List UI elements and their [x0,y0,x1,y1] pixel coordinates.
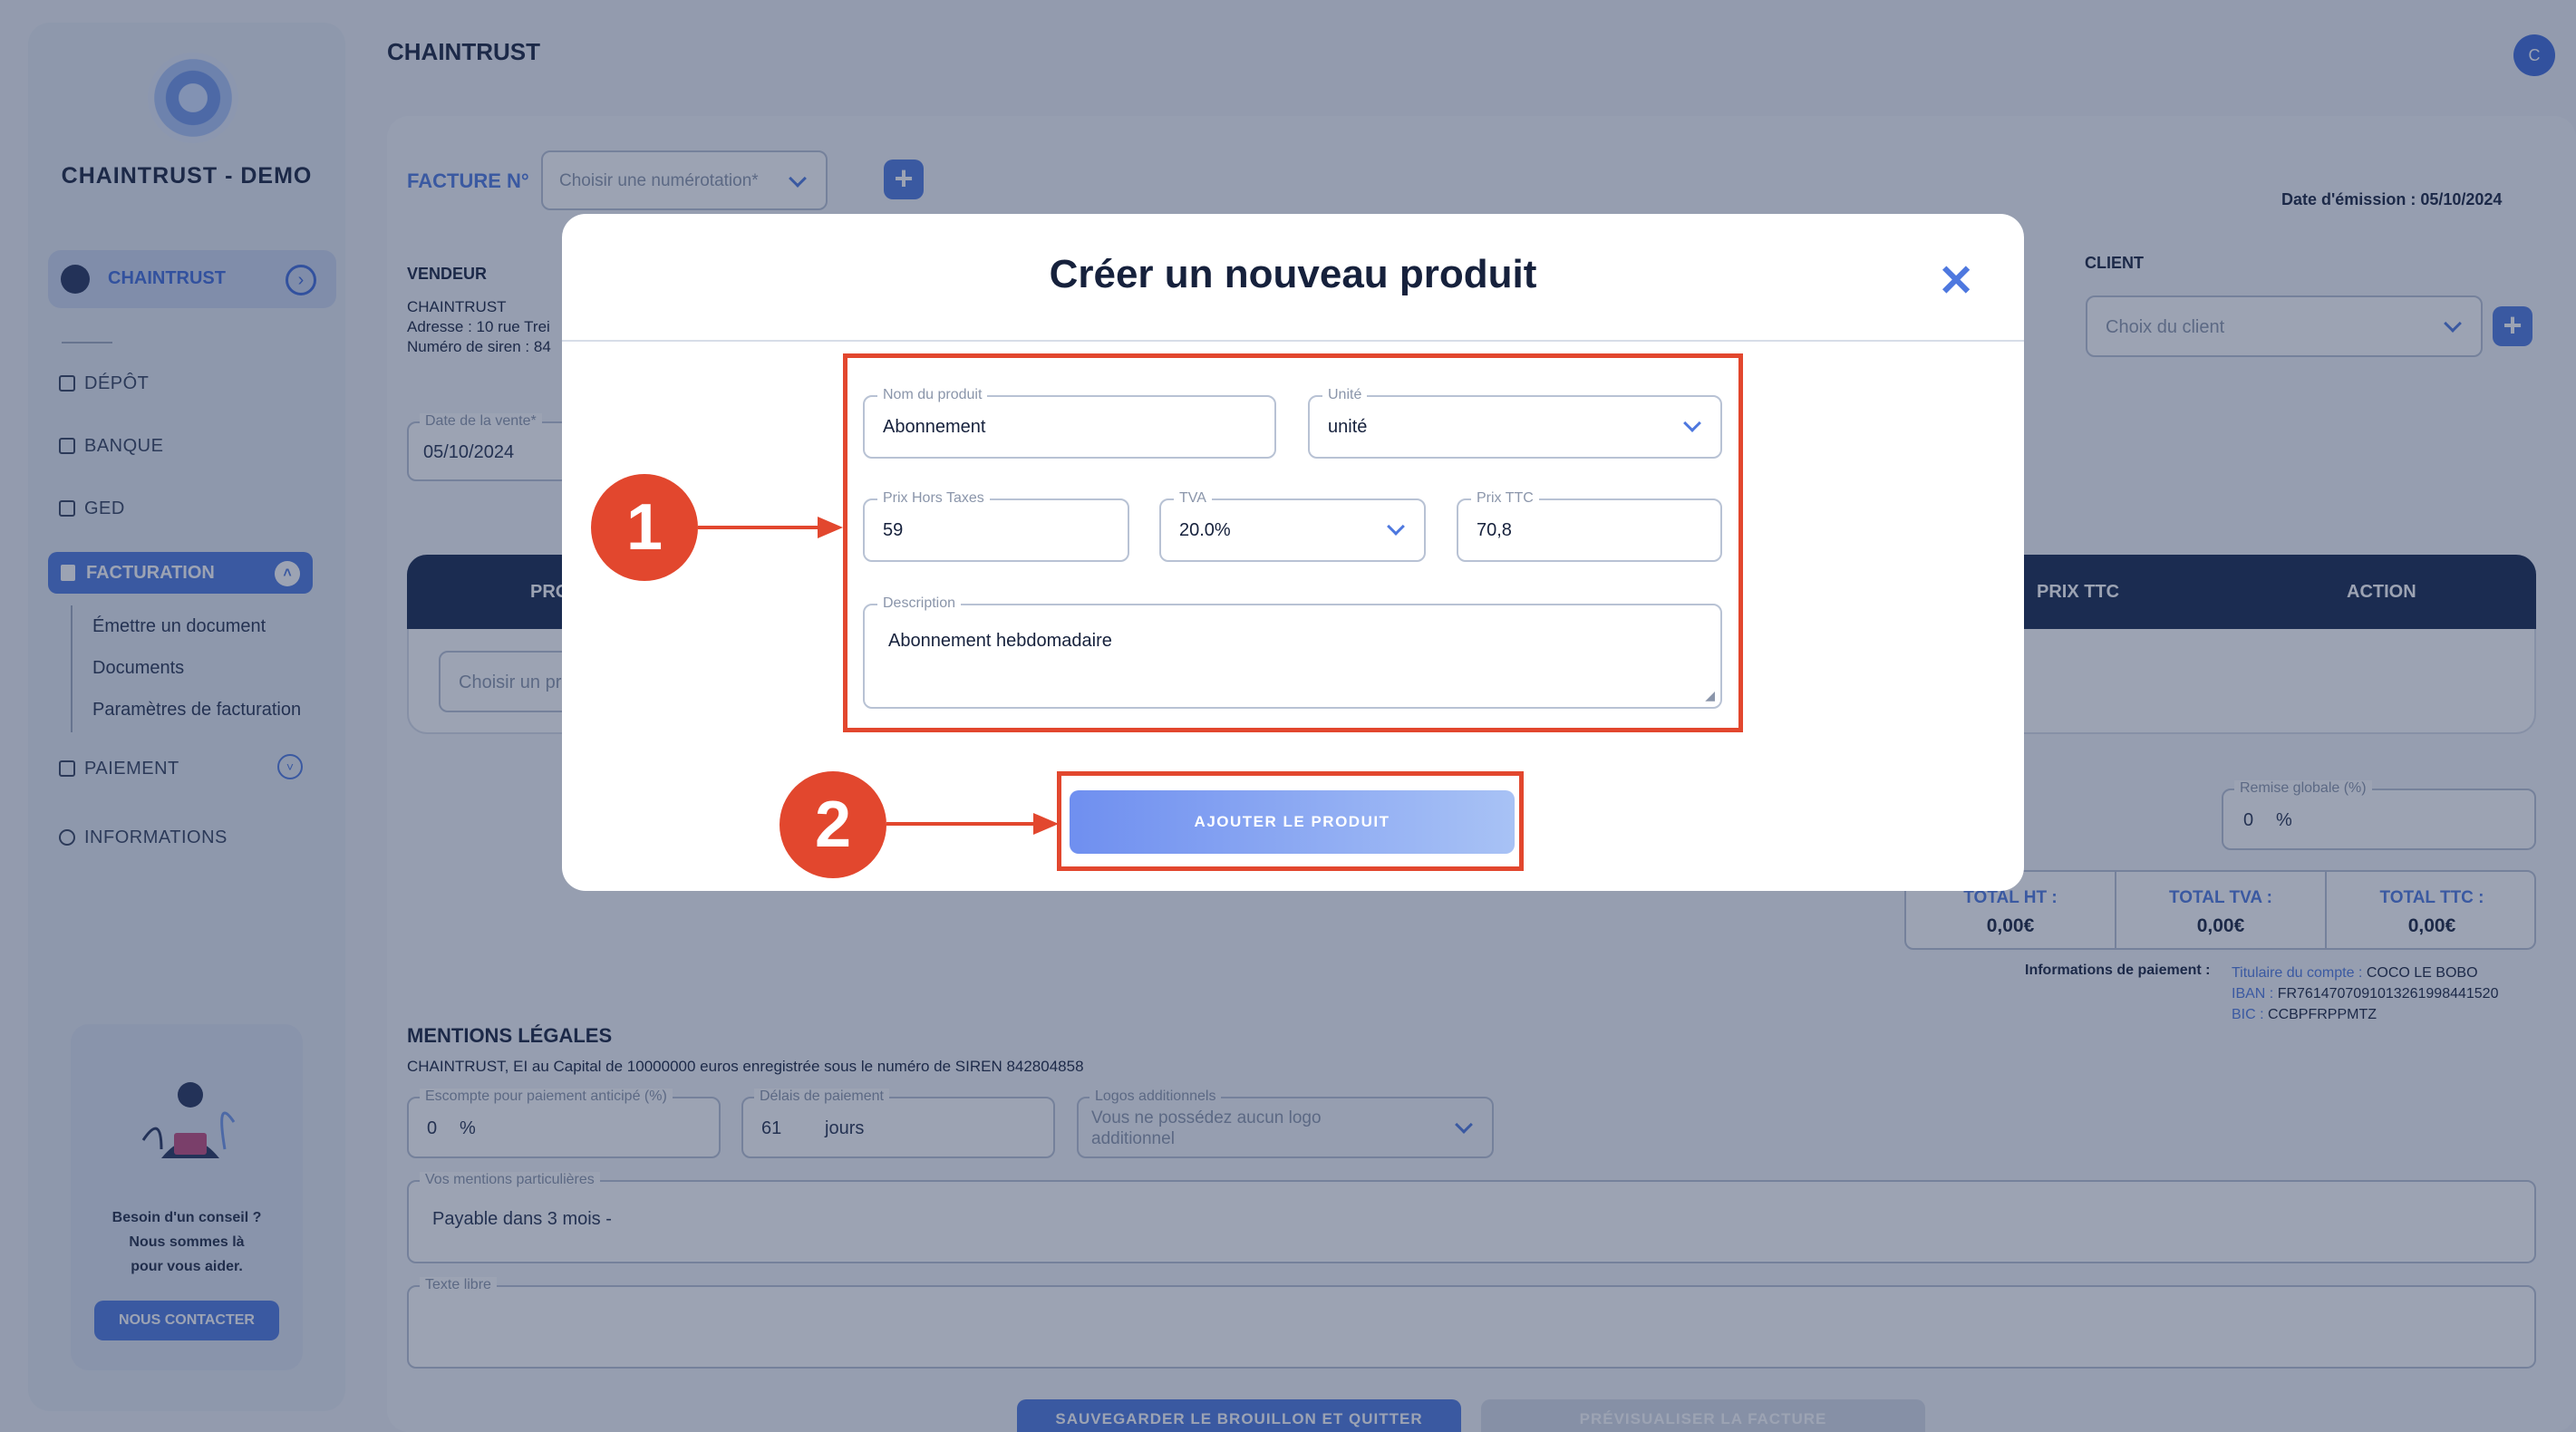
chevron-down-icon [1387,518,1405,536]
price-ttc-input[interactable]: Prix TTC 70,8 [1457,490,1722,562]
product-name-value: Abonnement [883,417,986,437]
chevron-down-icon [1683,414,1701,432]
price-ht-label: Prix Hors Taxes [877,490,990,507]
annotation-arrow-2 [886,813,1059,835]
product-name-label: Nom du produit [877,387,988,403]
tva-value: 20.0% [1179,520,1231,540]
annotation-callout-2: 2 [780,771,886,878]
tva-label: TVA [1174,490,1212,507]
description-textarea[interactable]: Description Abonnement hebdomadaire ◢ [863,595,1722,709]
unit-label: Unité [1322,387,1368,403]
tva-select[interactable]: TVA 20.0% [1159,490,1426,562]
price-ttc-value: 70,8 [1477,520,1512,540]
modal-divider [562,340,2024,342]
description-value: Abonnement hebdomadaire [888,631,1112,651]
annotation-arrow-1 [698,517,843,538]
add-product-button[interactable]: AJOUTER LE PRODUIT [1070,790,1515,854]
unit-value: unité [1328,417,1368,437]
unit-select[interactable]: Unité unité [1308,387,1722,459]
close-icon[interactable]: ✕ [1938,256,1974,306]
modal-title: Créer un nouveau produit [1049,252,1537,296]
annotation-callout-1: 1 [591,474,698,581]
resize-handle-icon[interactable]: ◢ [1705,688,1715,703]
price-ttc-label: Prix TTC [1471,490,1539,507]
product-name-input[interactable]: Nom du produit Abonnement [863,387,1276,459]
price-ht-value: 59 [883,520,904,540]
price-ht-input[interactable]: Prix Hors Taxes 59 [863,490,1129,562]
description-label: Description [877,595,962,612]
